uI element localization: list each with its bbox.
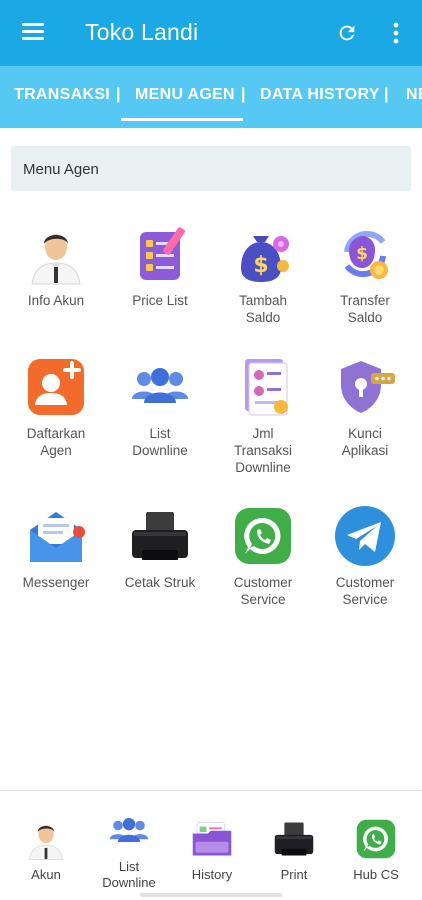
nav-list-downline[interactable]: List Downline [87, 809, 171, 891]
tab-next-partial[interactable]: NE [406, 86, 422, 104]
tab-menu-agen[interactable]: MENU AGEN [135, 86, 235, 104]
menu-customer-service-whatsapp[interactable]: Customer Service [213, 504, 313, 608]
coin-transfer-icon: $ [344, 230, 388, 279]
nav-label: Hub CS [353, 867, 399, 882]
telegram-icon [335, 506, 395, 566]
tab-separator: | [116, 86, 121, 103]
menu-label: Kunci Aplikasi [341, 426, 389, 458]
more-vert-icon[interactable] [389, 21, 403, 45]
group-users-icon [132, 368, 188, 403]
tab-transaksi[interactable]: TRANSAKSI [14, 86, 110, 104]
tab-separator: | [384, 86, 389, 103]
menu-label: Customer Service [233, 575, 293, 607]
price-list-icon [140, 227, 186, 280]
nav-label: Print [280, 867, 308, 882]
menu-label: Transfer Saldo [340, 293, 390, 325]
refresh-icon[interactable] [336, 22, 358, 44]
nav-label: List Downline [102, 859, 156, 890]
user-avatar-icon [31, 234, 81, 285]
tab-separator: | [241, 86, 246, 103]
nav-akun[interactable]: Akun [4, 817, 88, 883]
app-bar: Toko Landi [0, 0, 422, 66]
menu-label: Messenger [22, 575, 90, 590]
printer-icon [132, 512, 188, 560]
app-title: Toko Landi [85, 19, 199, 45]
user-avatar-icon [29, 825, 63, 860]
bottom-navigation: Akun List Downline History Print Hub CS [0, 790, 422, 900]
nav-label: Akun [31, 867, 61, 882]
nav-label: History [191, 867, 233, 882]
active-tab-indicator [121, 118, 243, 121]
money-bag-icon: $ [241, 236, 289, 282]
menu-messenger[interactable]: Messenger [6, 504, 106, 591]
menu-label: Cetak Struk [124, 575, 196, 590]
transaction-report-icon [245, 359, 288, 416]
svg-text:$: $ [356, 244, 368, 264]
printer-icon [274, 822, 314, 856]
home-indicator [140, 893, 282, 897]
hamburger-menu-icon[interactable] [22, 23, 44, 41]
menu-label: Info Akun [27, 293, 85, 308]
whatsapp-icon [356, 819, 396, 859]
menu-jml-transaksi-downline[interactable]: Jml Transaksi Downline [213, 355, 313, 476]
section-title: Menu Agen [23, 161, 99, 178]
menu-cetak-struk[interactable]: Cetak Struk [110, 504, 210, 591]
history-folder-icon [192, 822, 232, 856]
menu-label: List Downline [132, 426, 188, 458]
svg-text:$: $ [253, 253, 268, 278]
nav-history[interactable]: History [170, 817, 254, 883]
menu-label: Tambah Saldo [238, 293, 288, 325]
menu-label: Customer Service [335, 575, 395, 607]
tab-data-history[interactable]: DATA HISTORY [260, 86, 380, 104]
section-header: Menu Agen [11, 146, 411, 191]
shield-lock-icon [341, 361, 395, 413]
menu-label: Jml Transaksi Downline [233, 426, 292, 475]
menu-info-akun[interactable]: Info Akun [6, 222, 106, 309]
menu-label: Daftarkan Agen [26, 426, 86, 458]
menu-label: Price List [132, 293, 188, 308]
envelope-icon [30, 512, 85, 562]
menu-daftarkan-agen[interactable]: Daftarkan Agen [6, 355, 106, 459]
menu-customer-service-telegram[interactable]: Customer Service [315, 504, 415, 608]
menu-transfer-saldo[interactable]: $ Transfer Saldo [315, 222, 415, 326]
menu-price-list[interactable]: Price List [110, 222, 210, 309]
menu-kunci-aplikasi[interactable]: Kunci Aplikasi [315, 355, 415, 459]
add-user-icon [28, 359, 84, 415]
group-users-icon [109, 817, 149, 842]
nav-hub-cs[interactable]: Hub CS [334, 817, 418, 883]
nav-print[interactable]: Print [252, 817, 336, 883]
menu-tambah-saldo[interactable]: $ Tambah Saldo [213, 222, 313, 326]
menu-list-downline[interactable]: List Downline [110, 355, 210, 459]
whatsapp-icon [235, 508, 291, 564]
